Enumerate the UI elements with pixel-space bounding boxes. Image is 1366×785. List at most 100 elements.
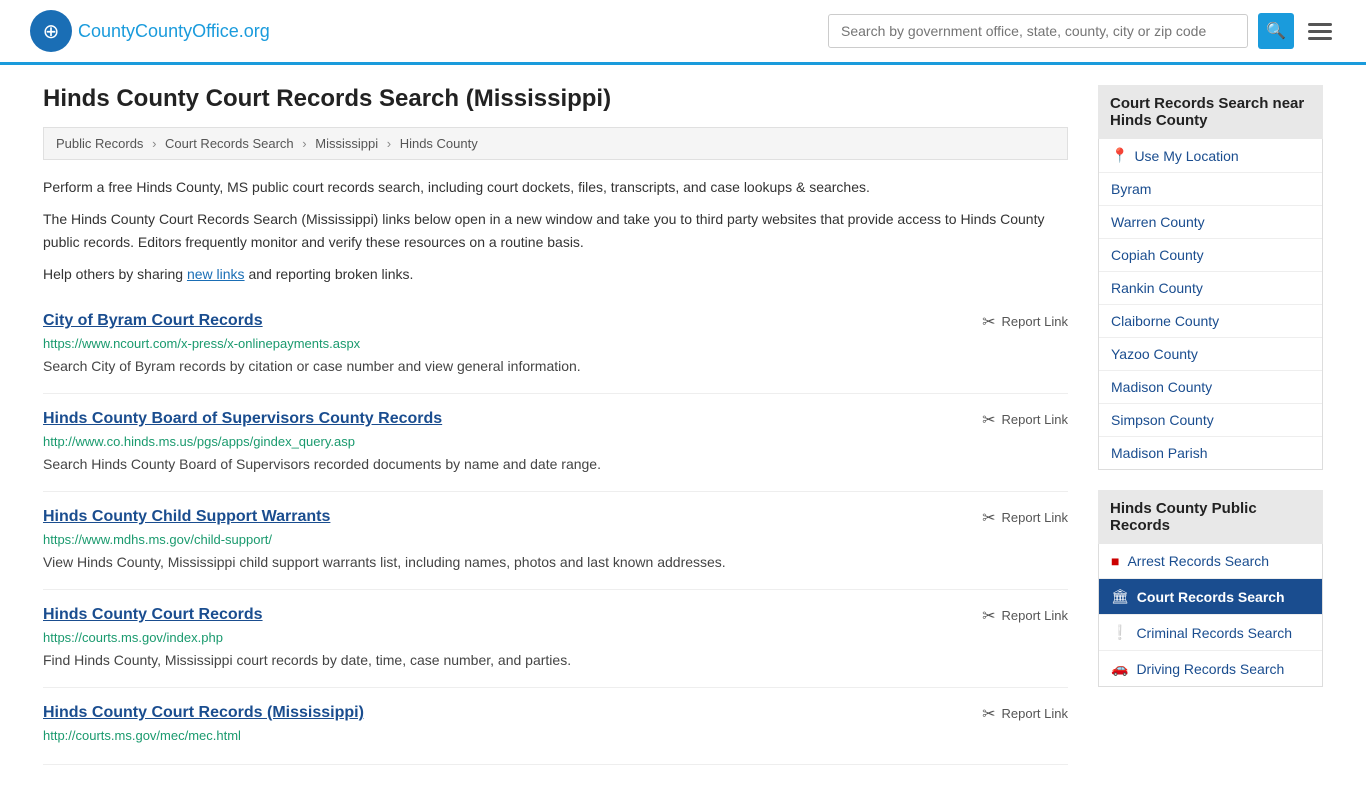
report-icon-4: ✂ <box>982 704 995 724</box>
menu-line-3 <box>1308 37 1332 40</box>
result-title-4[interactable]: Hinds County Court Records (Mississippi) <box>43 704 364 722</box>
content-area: Hinds County Court Records Search (Missi… <box>43 85 1068 765</box>
report-link-0[interactable]: ✂ Report Link <box>982 312 1068 332</box>
result-title-2[interactable]: Hinds County Child Support Warrants <box>43 508 330 526</box>
nearby-link-2[interactable]: Warren County <box>1111 214 1205 230</box>
result-url-4[interactable]: http://courts.ms.gov/mec/mec.html <box>43 728 1068 743</box>
sidebar-nearby-title: Court Records Search near Hinds County <box>1098 85 1323 139</box>
page-title: Hinds County Court Records Search (Missi… <box>43 85 1068 113</box>
sidebar-nearby-item-6: Yazoo County <box>1099 338 1322 371</box>
result-header: Hinds County Board of Supervisors County… <box>43 410 1068 430</box>
result-header: City of Byram Court Records ✂ Report Lin… <box>43 312 1068 332</box>
report-label-3: Report Link <box>1002 608 1068 623</box>
nearby-link-7[interactable]: Madison County <box>1111 379 1212 395</box>
sidebar-public-records-links: ■ Arrest Records Search 🏛 Court Records Sea… <box>1098 544 1323 687</box>
sidebar-public-records-title: Hinds County Public Records <box>1098 490 1323 544</box>
nearby-link-5[interactable]: Claiborne County <box>1111 313 1219 329</box>
report-link-2[interactable]: ✂ Report Link <box>982 508 1068 528</box>
breadcrumb-public-records[interactable]: Public Records <box>56 136 143 151</box>
result-header: Hinds County Court Records ✂ Report Link <box>43 606 1068 626</box>
report-label-0: Report Link <box>1002 314 1068 329</box>
result-item: City of Byram Court Records ✂ Report Lin… <box>43 296 1068 394</box>
result-title-0[interactable]: City of Byram Court Records <box>43 312 263 330</box>
sidebar-nearby-links: 📍 Use My Location Byram Warren County Copiah… <box>1098 139 1323 470</box>
nav-icon-2: ❕ <box>1111 624 1128 641</box>
nearby-link-6[interactable]: Yazoo County <box>1111 346 1198 362</box>
result-url-1[interactable]: http://www.co.hinds.ms.us/pgs/apps/ginde… <box>43 434 1068 449</box>
nearby-link-3[interactable]: Copiah County <box>1111 247 1204 263</box>
sidebar-nearby-item-3: Copiah County <box>1099 239 1322 272</box>
result-desc-3: Find Hinds County, Mississippi court rec… <box>43 650 1068 671</box>
result-item: Hinds County Board of Supervisors County… <box>43 394 1068 492</box>
report-link-3[interactable]: ✂ Report Link <box>982 606 1068 626</box>
report-label-1: Report Link <box>1002 412 1068 427</box>
breadcrumb-mississippi[interactable]: Mississippi <box>315 136 378 151</box>
new-links-link[interactable]: new links <box>187 266 245 282</box>
report-link-1[interactable]: ✂ Report Link <box>982 410 1068 430</box>
result-desc-1: Search Hinds County Board of Supervisors… <box>43 454 1068 475</box>
breadcrumb-court-records[interactable]: Court Records Search <box>165 136 294 151</box>
desc-post-text: and reporting broken links. <box>245 266 414 282</box>
result-url-3[interactable]: https://courts.ms.gov/index.php <box>43 630 1068 645</box>
breadcrumb-sep-3: › <box>387 136 391 151</box>
nav-label-1: Court Records Search <box>1137 589 1285 605</box>
menu-line-1 <box>1308 23 1332 26</box>
main-container: Hinds County Court Records Search (Missi… <box>13 65 1353 785</box>
logo-office: CountyOffice <box>135 21 239 41</box>
breadcrumb-sep-2: › <box>302 136 306 151</box>
nearby-link-1[interactable]: Byram <box>1111 181 1151 197</box>
report-icon-2: ✂ <box>982 508 995 528</box>
nav-icon-0: ■ <box>1111 553 1119 569</box>
desc-pre-text: Help others by sharing <box>43 266 187 282</box>
result-item: Hinds County Court Records ✂ Report Link… <box>43 590 1068 688</box>
sidebar-nearby-item-1: Byram <box>1099 173 1322 206</box>
result-title-1[interactable]: Hinds County Board of Supervisors County… <box>43 410 442 428</box>
nearby-link-8[interactable]: Simpson County <box>1111 412 1214 428</box>
logo-icon: ⊕ <box>30 10 72 52</box>
sidebar-nav-item-2[interactable]: ❕ Criminal Records Search <box>1099 615 1322 651</box>
breadcrumb-hinds-county: Hinds County <box>400 136 478 151</box>
menu-button[interactable] <box>1304 19 1336 44</box>
nav-icon-1: 🏛 <box>1111 588 1129 605</box>
logo-tld: .org <box>239 21 270 41</box>
logo-area: ⊕ CountyCountyOffice.org <box>30 10 270 52</box>
results-list: City of Byram Court Records ✂ Report Lin… <box>43 296 1068 765</box>
sidebar-nearby-item-2: Warren County <box>1099 206 1322 239</box>
breadcrumb: Public Records › Court Records Search › … <box>43 127 1068 160</box>
nearby-link-9[interactable]: Madison Parish <box>1111 445 1208 461</box>
desc-para-1: Perform a free Hinds County, MS public c… <box>43 176 1068 198</box>
header: ⊕ CountyCountyOffice.org 🔍 <box>0 0 1366 65</box>
result-url-2[interactable]: https://www.mdhs.ms.gov/child-support/ <box>43 532 1068 547</box>
description: Perform a free Hinds County, MS public c… <box>43 176 1068 286</box>
sidebar: Court Records Search near Hinds County 📍… <box>1098 85 1323 765</box>
result-item: Hinds County Court Records (Mississippi)… <box>43 688 1068 765</box>
result-url-0[interactable]: https://www.ncourt.com/x-press/x-onlinep… <box>43 336 1068 351</box>
result-item: Hinds County Child Support Warrants ✂ Re… <box>43 492 1068 590</box>
nav-link-2[interactable]: Criminal Records Search <box>1136 625 1292 641</box>
report-link-4[interactable]: ✂ Report Link <box>982 704 1068 724</box>
nav-link-0[interactable]: Arrest Records Search <box>1127 553 1269 569</box>
sidebar-nearby-item-5: Claiborne County <box>1099 305 1322 338</box>
result-desc-0: Search City of Byram records by citation… <box>43 356 1068 377</box>
result-desc-2: View Hinds County, Mississippi child sup… <box>43 552 1068 573</box>
result-header: Hinds County Child Support Warrants ✂ Re… <box>43 508 1068 528</box>
search-button[interactable]: 🔍 <box>1258 13 1294 49</box>
sidebar-nearby-item-0: 📍 Use My Location <box>1099 139 1322 173</box>
sidebar-nav-item-0[interactable]: ■ Arrest Records Search <box>1099 544 1322 579</box>
sidebar-nearby-item-9: Madison Parish <box>1099 437 1322 469</box>
search-area: 🔍 <box>828 13 1336 49</box>
report-label-2: Report Link <box>1002 510 1068 525</box>
sidebar-nearby-item-4: Rankin County <box>1099 272 1322 305</box>
sidebar-nav-item-3[interactable]: 🚗 Driving Records Search <box>1099 651 1322 686</box>
use-location-link[interactable]: Use My Location <box>1134 148 1238 164</box>
search-input[interactable] <box>828 14 1248 48</box>
nav-icon-3: 🚗 <box>1111 660 1128 677</box>
nav-link-3[interactable]: Driving Records Search <box>1136 661 1284 677</box>
sidebar-nav-item-1[interactable]: 🏛 Court Records Search <box>1099 579 1322 615</box>
nearby-link-4[interactable]: Rankin County <box>1111 280 1203 296</box>
logo-county: County <box>78 21 135 41</box>
location-icon: 📍 <box>1111 147 1128 164</box>
report-icon-3: ✂ <box>982 606 995 626</box>
result-title-3[interactable]: Hinds County Court Records <box>43 606 263 624</box>
report-label-4: Report Link <box>1002 706 1068 721</box>
